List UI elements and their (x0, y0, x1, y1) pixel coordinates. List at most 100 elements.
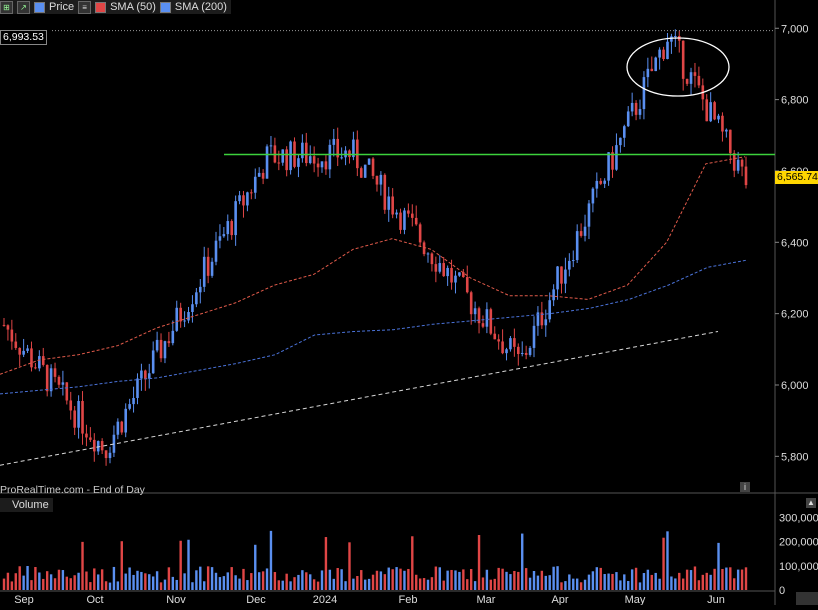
candle-body (179, 307, 182, 322)
list-icon[interactable]: ≡ (78, 0, 92, 14)
candle-body (430, 253, 434, 265)
volume-bar (363, 579, 367, 590)
volume-bar (128, 567, 131, 590)
candle-body (312, 156, 316, 164)
legend-price: Price (49, 1, 75, 13)
candle-body (599, 180, 603, 184)
volume-bar (524, 568, 528, 590)
volume-bar (30, 580, 33, 590)
candle-body (744, 166, 748, 186)
candle-body (489, 309, 493, 334)
volume-bar (49, 574, 53, 590)
candle-body (277, 162, 281, 164)
expand-up-icon[interactable]: ▲ (806, 498, 816, 508)
volume-bar (281, 580, 284, 590)
candle-body (147, 373, 151, 379)
candle-body (462, 272, 465, 278)
candle-body (324, 161, 328, 170)
volume-bar (387, 567, 390, 590)
volume-bar (155, 571, 159, 590)
x-tick-label: Sep (14, 594, 34, 605)
candle-body (332, 138, 336, 145)
x-tick-label: Jun (707, 594, 725, 605)
candle-body (454, 275, 457, 283)
candle-body (120, 421, 124, 433)
candle-body (163, 341, 167, 359)
volume-bar (261, 571, 265, 590)
candle-body (650, 68, 654, 72)
candle-body (38, 356, 41, 369)
volume-bar (532, 570, 536, 590)
volume-bar (34, 567, 37, 590)
volume-bar (89, 582, 92, 590)
candle-body (328, 144, 332, 170)
info-icon[interactable]: i (740, 482, 750, 492)
candle-body (465, 277, 469, 293)
volume-bar (469, 569, 473, 590)
candle-body (73, 410, 76, 428)
volume-bar (77, 572, 80, 590)
candle-body (434, 264, 438, 272)
candle-body (308, 156, 312, 164)
candle-body (626, 111, 630, 127)
candle-body (69, 400, 73, 411)
candle-body (2, 324, 6, 326)
volume-bar (309, 574, 312, 590)
volume-bar (246, 580, 249, 590)
candle-body (183, 320, 186, 322)
volume-bar (666, 531, 669, 590)
volume-bar (14, 573, 17, 590)
volume-bar (320, 570, 324, 590)
volume-bar (81, 541, 84, 590)
candle-body (108, 452, 112, 459)
price-swatch (34, 1, 45, 13)
volume-bar (568, 574, 571, 590)
candle-body (375, 175, 379, 185)
candle-body (438, 263, 442, 272)
candle-body (497, 339, 500, 342)
y-tick-label: 5,800 (781, 451, 809, 463)
chart-tool-icon[interactable]: ⊞ (0, 0, 13, 14)
volume-bar (548, 575, 551, 590)
candle-body (359, 168, 363, 178)
volume-bar (73, 575, 76, 590)
volume-bar (607, 573, 610, 590)
volume-bar (371, 574, 375, 590)
candle-body (269, 145, 273, 147)
volume-bar (489, 579, 493, 590)
candle-body (622, 126, 626, 138)
candle-body (18, 347, 22, 355)
candle-body (666, 41, 669, 60)
volume-bar (97, 574, 100, 590)
volume-bar (442, 580, 445, 590)
candle-body (571, 260, 575, 262)
volume-bar (552, 566, 555, 590)
candle-body (61, 382, 65, 385)
volume-bar (336, 568, 339, 590)
candle-body (426, 253, 430, 255)
volume-tick-label: 300,000 (779, 512, 818, 524)
volume-bar (693, 566, 697, 590)
corner-panel (796, 592, 818, 605)
volume-bar (678, 572, 681, 590)
chart-arrow-icon[interactable]: ↗ (17, 0, 30, 14)
candle-body (477, 308, 481, 324)
candle-body (85, 433, 88, 438)
candle-body (509, 338, 512, 350)
candle-body (654, 57, 658, 72)
candle-body (681, 40, 685, 79)
candle-body (725, 129, 728, 132)
volume-bar (206, 566, 210, 590)
watermark: ProRealTime.com - End of Day (0, 484, 145, 496)
candle-body (481, 323, 485, 327)
volume-bar (587, 574, 591, 590)
volume-bar (646, 569, 650, 590)
volume-bar (163, 579, 167, 590)
candle-body (658, 49, 661, 58)
volume-bar (505, 571, 508, 590)
candle-body (493, 333, 497, 340)
volume-bar (45, 571, 49, 590)
candle-body (485, 309, 489, 327)
volume-bar (485, 569, 489, 590)
volume-bar (411, 536, 414, 590)
